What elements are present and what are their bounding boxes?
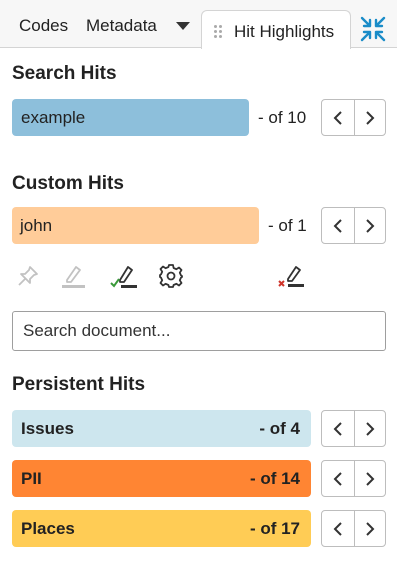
previous-hit-button[interactable] — [322, 208, 354, 243]
chevron-left-icon — [333, 110, 342, 125]
custom-hits-title: Custom Hits — [12, 173, 124, 194]
chevron-right-icon — [366, 521, 375, 536]
next-hit-button[interactable] — [353, 208, 386, 243]
chevron-left-icon — [333, 218, 342, 233]
chevron-right-icon — [366, 471, 375, 486]
persistent-hit-nav — [321, 460, 386, 497]
custom-hit-nav — [321, 207, 386, 244]
persistent-hit-label: Places — [21, 519, 75, 538]
chevron-left-icon — [333, 521, 342, 536]
persistent-hit-places: Places - of 17 — [12, 510, 311, 547]
pin-icon[interactable] — [14, 262, 42, 290]
previous-hit-button[interactable] — [322, 100, 354, 135]
tab-bar: Codes Metadata Hit Highlights — [0, 0, 397, 49]
tab-metadata[interactable]: Metadata — [86, 16, 157, 36]
tab-label: Hit Highlights — [234, 22, 335, 41]
tabs-dropdown-icon[interactable] — [176, 22, 190, 30]
persistent-hit-nav — [321, 510, 386, 547]
persistent-hit-nav — [321, 410, 386, 447]
previous-hit-button[interactable] — [322, 461, 354, 496]
persistent-hit-count: - of 17 — [249, 519, 300, 538]
previous-hit-button[interactable] — [322, 511, 354, 546]
gear-icon[interactable] — [157, 262, 185, 290]
persistent-hit-pii: PII - of 14 — [12, 460, 311, 497]
collapse-icon[interactable] — [358, 14, 388, 44]
search-hit-term: example — [12, 99, 249, 136]
chevron-right-icon — [366, 421, 375, 436]
persistent-hit-count: - of 4 — [259, 419, 300, 438]
next-hit-button[interactable] — [353, 511, 386, 546]
next-hit-button[interactable] — [353, 100, 386, 135]
search-hits-title: Search Hits — [12, 63, 117, 84]
next-hit-button[interactable] — [353, 461, 386, 496]
next-hit-button[interactable] — [353, 411, 386, 446]
tab-codes[interactable]: Codes — [19, 16, 68, 36]
drag-handle-icon[interactable] — [214, 25, 222, 39]
custom-hit-term: john — [12, 207, 259, 244]
persistent-hit-issues: Issues - of 4 — [12, 410, 311, 447]
persistent-hit-label: PII — [21, 469, 42, 488]
persistent-hit-label: Issues — [21, 419, 74, 438]
tab-hit-highlights[interactable]: Hit Highlights — [201, 10, 351, 49]
highlighter-disabled-icon[interactable] — [59, 262, 87, 290]
search-document-input[interactable] — [12, 311, 386, 351]
chevron-right-icon — [366, 218, 375, 233]
search-hit-nav — [321, 99, 386, 136]
chevron-left-icon — [333, 471, 342, 486]
chevron-left-icon — [333, 421, 342, 436]
persistent-hit-count: - of 14 — [249, 469, 300, 488]
highlighter-check-icon[interactable] — [110, 262, 138, 290]
search-hit-count: - of 10 — [258, 108, 307, 127]
previous-hit-button[interactable] — [322, 411, 354, 446]
highlighter-remove-icon[interactable] — [277, 262, 305, 290]
custom-hit-count: - of 1 — [268, 216, 307, 235]
chevron-right-icon — [366, 110, 375, 125]
persistent-hits-title: Persistent Hits — [12, 374, 146, 395]
